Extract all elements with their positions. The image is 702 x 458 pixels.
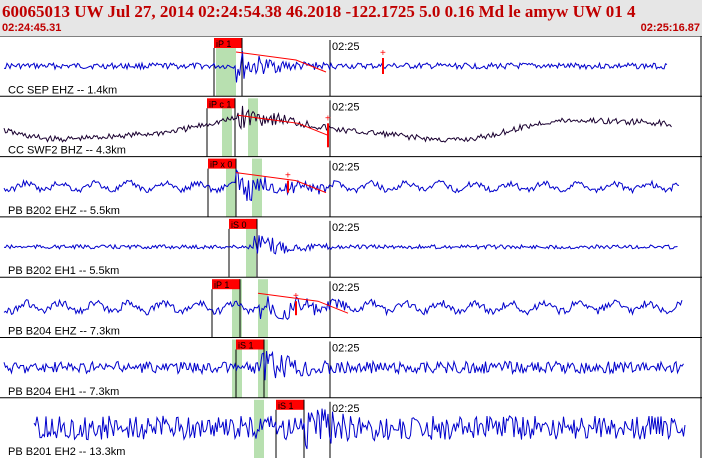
station-label: PB B201 EH2 -- 13.3km: [8, 446, 125, 458]
waveform-trace: [3, 350, 684, 381]
pick-window: [252, 158, 262, 217]
pick-label: iS 1: [278, 401, 294, 411]
amplitude-plus-icon: +: [285, 171, 291, 182]
amplitude-plus-icon: +: [293, 291, 299, 302]
start-time-label: 02:24:45.31: [2, 22, 62, 34]
time-label: 02:25: [332, 162, 360, 174]
time-label: 02:25: [332, 41, 360, 53]
time-label: 02:25: [332, 343, 360, 355]
time-label: 02:25: [332, 282, 360, 294]
seismogram-panels[interactable]: iP 1 02:25+CC SEP EHZ -- 1.4kmiP c 1 02:25…: [0, 36, 702, 458]
station-label: PB B204 EHZ -- 7.3km: [8, 326, 120, 338]
panel-1[interactable]: iP 1 02:25 + CC SEP EHZ -- 1.4km: [0, 36, 702, 97]
panel-3[interactable]: iP x 0 02:25 + PB B202 EHZ -- 5.5km: [0, 156, 702, 217]
event-title: 60065013 UW Jul 27, 2014 02:24:54.38 46.…: [2, 2, 636, 21]
end-time-label: 02:25:16.87: [640, 22, 700, 34]
panel-5[interactable]: iP 1 02:25 + PB B204 EHZ -- 7.3km: [0, 276, 702, 338]
event-header: 60065013 UW Jul 27, 2014 02:24:54.38 46.…: [0, 0, 702, 36]
time-label: 02:25: [332, 222, 360, 234]
station-label: CC SEP EHZ -- 1.4km: [8, 84, 117, 96]
waveform-trace: [3, 168, 680, 202]
time-label: 02:25: [332, 403, 360, 415]
amplitude-plus-icon: +: [380, 48, 386, 59]
pick-label: iS 1: [238, 341, 254, 351]
pick-label: iP x 0: [210, 160, 232, 170]
panel-4[interactable]: iS 0 02:25 PB B202 EH1 -- 5.5km: [0, 216, 702, 278]
amplitude-plus-icon: +: [325, 113, 331, 124]
time-label: 02:25: [332, 101, 360, 113]
panel-6[interactable]: iS 1 02:25 PB B204 EH1 -- 7.3km: [0, 337, 702, 398]
waveform-trace: [3, 51, 668, 83]
station-label: PB B204 EH1 -- 7.3km: [8, 386, 119, 398]
panel-2[interactable]: iP c 1 02:25+ CC SWF2 BHZ -- 4.3km: [0, 95, 702, 157]
pick-window: [248, 98, 258, 157]
pick-label: iS 0: [231, 220, 247, 230]
station-label: PB B202 EHZ -- 5.5km: [8, 205, 120, 217]
panel-7[interactable]: iS 1 02:25 PB B201 EH2 -- 13.3km: [0, 397, 702, 458]
pick-label: iP 1: [214, 280, 229, 290]
waveform-trace: [3, 296, 683, 321]
station-label: PB B202 EH1 -- 5.5km: [8, 265, 119, 277]
waveform-trace: [3, 235, 678, 255]
pick-label: iP 1: [216, 39, 231, 49]
pick-label: iP c 1: [209, 99, 231, 109]
station-label: CC SWF2 BHZ -- 4.3km: [8, 145, 126, 157]
